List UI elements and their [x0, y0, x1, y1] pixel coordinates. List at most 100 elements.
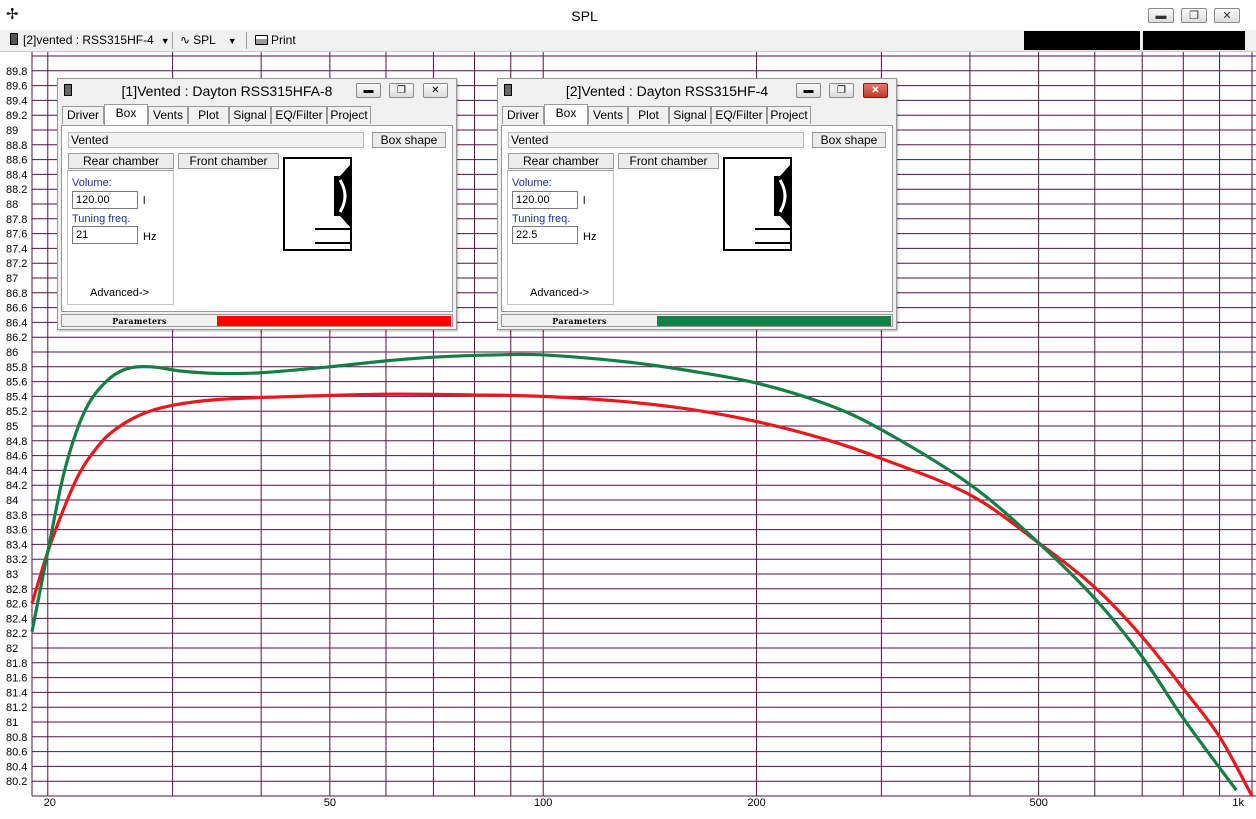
box-shape-button[interactable]: Box shape — [812, 132, 886, 148]
box-panel-2[interactable]: [2]Vented : Dayton RSS315HF-4 ▬ ❐ ✕ Driv… — [497, 78, 897, 330]
y-tick-label: 83 — [6, 569, 18, 581]
tuning-freq-input[interactable]: 21 — [72, 226, 138, 244]
y-tick-label: 85 — [6, 421, 18, 433]
parameters-group: Volume: 120.00 l Tuning freq. 22.5 Hz Ad… — [507, 170, 614, 305]
speaker-icon — [10, 33, 18, 45]
volume-unit: l — [583, 195, 586, 207]
tab-signal[interactable]: Signal — [229, 106, 271, 124]
status-label: Parameters — [552, 316, 607, 326]
driver-magnet — [774, 176, 780, 216]
y-tick-label: 86.4 — [6, 317, 27, 329]
box-panel-1[interactable]: [1]Vented : Dayton RSS315HFA-8 ▬ ❐ ✕ Dri… — [57, 78, 457, 330]
tab-vents[interactable]: Vents — [148, 106, 188, 124]
panel-close-button[interactable]: ✕ — [863, 83, 888, 98]
front-chamber-button[interactable]: Front chamber — [178, 153, 279, 169]
tab-plot[interactable]: Plot — [628, 106, 669, 124]
window-title: SPL — [571, 8, 598, 24]
x-tick-label: 1k — [1232, 797, 1244, 809]
rear-chamber-button[interactable]: Rear chamber — [68, 153, 174, 169]
y-tick-label: 88.4 — [6, 169, 27, 181]
y-tick-label: 81.8 — [6, 658, 27, 670]
y-tick-label: 81.6 — [6, 673, 27, 685]
wave-icon: ∿ — [180, 33, 191, 47]
tab-box[interactable]: Box — [544, 104, 588, 125]
close-icon: ✕ — [431, 85, 440, 96]
y-tick-label: 88.8 — [6, 140, 27, 152]
y-tick-label: 85.6 — [6, 377, 27, 389]
x-tick-label: 50 — [324, 797, 336, 809]
y-tick-label: 84.8 — [6, 436, 27, 448]
y-tick-label: 81.2 — [6, 702, 27, 714]
box-tab-page: Vented Box shape Rear chamber Front cham… — [61, 125, 453, 312]
panel-titlebar[interactable]: [1]Vented : Dayton RSS315HFA-8 ▬ ❐ ✕ — [58, 79, 456, 103]
y-tick-label: 82.4 — [6, 613, 27, 625]
tab-box[interactable]: Box — [104, 104, 148, 125]
y-tick-label: 89.2 — [6, 110, 27, 122]
restore-icon: ❐ — [837, 85, 846, 96]
y-tick-label: 87 — [6, 273, 18, 285]
y-tick-label: 84.4 — [6, 465, 27, 477]
y-tick-label: 89.6 — [6, 81, 27, 93]
status-display-2 — [1143, 31, 1245, 50]
y-tick-label: 89 — [6, 125, 18, 137]
y-tick-label: 87.8 — [6, 214, 27, 226]
volume-label: Volume: — [512, 177, 552, 189]
panel-restore-button[interactable]: ❐ — [389, 83, 414, 98]
view-selector[interactable]: ∿ SPL ▼ — [180, 33, 237, 49]
y-tick-label: 83.6 — [6, 525, 27, 537]
panel-restore-button[interactable]: ❐ — [829, 83, 854, 98]
tuning-freq-input[interactable]: 22.5 — [512, 226, 578, 244]
vented-box-diagram — [315, 165, 350, 244]
view-selector-label: SPL — [193, 33, 216, 47]
x-tick-label: 500 — [1029, 797, 1047, 809]
tab-driver[interactable]: Driver — [502, 106, 544, 124]
status-indicator — [217, 316, 451, 326]
y-tick-label: 87.6 — [6, 229, 27, 241]
tab-signal[interactable]: Signal — [669, 106, 711, 124]
panel-close-button[interactable]: ✕ — [423, 83, 448, 98]
box-tab-page: Vented Box shape Rear chamber Front cham… — [501, 125, 893, 312]
tab-plot[interactable]: Plot — [188, 106, 229, 124]
tab-project[interactable]: Project — [327, 106, 371, 124]
status-display-1 — [1024, 31, 1140, 50]
minimize-button[interactable]: ▬ — [1148, 8, 1174, 23]
tab-vents[interactable]: Vents — [588, 106, 628, 124]
tab-project[interactable]: Project — [767, 106, 811, 124]
minimize-icon: ▬ — [803, 85, 814, 96]
tab-driver[interactable]: Driver — [62, 106, 104, 124]
parameters-group: Volume: 120.00 l Tuning freq. 21 Hz Adva… — [67, 170, 174, 305]
x-tick-label: 20 — [44, 797, 56, 809]
tab-eq-filter[interactable]: EQ/Filter — [271, 106, 327, 124]
tuning-freq-unit: Hz — [583, 231, 597, 243]
panel-minimize-button[interactable]: ▬ — [356, 83, 381, 98]
print-label: Print — [271, 33, 296, 47]
box-shape-button[interactable]: Box shape — [372, 132, 446, 148]
y-tick-label: 87.4 — [6, 243, 27, 255]
y-tick-label: 86 — [6, 347, 18, 359]
toolbar-separator — [172, 32, 173, 49]
panel-title: [1]Vented : Dayton RSS315HFA-8 — [121, 83, 333, 99]
front-chamber-button[interactable]: Front chamber — [618, 153, 719, 169]
advanced-link[interactable]: Advanced-> — [90, 287, 149, 299]
y-tick-label: 82.2 — [6, 628, 27, 640]
dropdown-arrow-icon: ▼ — [160, 36, 170, 46]
panel-minimize-button[interactable]: ▬ — [796, 83, 821, 98]
print-button[interactable]: Print — [255, 33, 296, 49]
volume-label: Volume: — [72, 177, 112, 189]
printer-icon — [255, 35, 268, 45]
tuning-freq-label: Tuning freq. — [512, 213, 571, 225]
panel-status-bar: Parameters — [61, 314, 453, 327]
volume-input[interactable]: 120.00 — [512, 191, 578, 209]
tuning-freq-label: Tuning freq. — [72, 213, 131, 225]
y-tick-label: 85.8 — [6, 362, 27, 374]
project-selector[interactable]: [2]vented : RSS315HF-4 ▼ — [10, 33, 170, 49]
advanced-link[interactable]: Advanced-> — [530, 287, 589, 299]
vented-box-diagram — [755, 165, 790, 244]
volume-input[interactable]: 120.00 — [72, 191, 138, 209]
close-button[interactable]: ✕ — [1214, 8, 1240, 23]
rear-chamber-button[interactable]: Rear chamber — [508, 153, 614, 169]
tab-eq-filter[interactable]: EQ/Filter — [711, 106, 767, 124]
panel-titlebar[interactable]: [2]Vented : Dayton RSS315HF-4 ▬ ❐ ✕ — [498, 79, 896, 103]
y-tick-label: 87.2 — [6, 258, 27, 270]
restore-button[interactable]: ❐ — [1181, 8, 1207, 23]
